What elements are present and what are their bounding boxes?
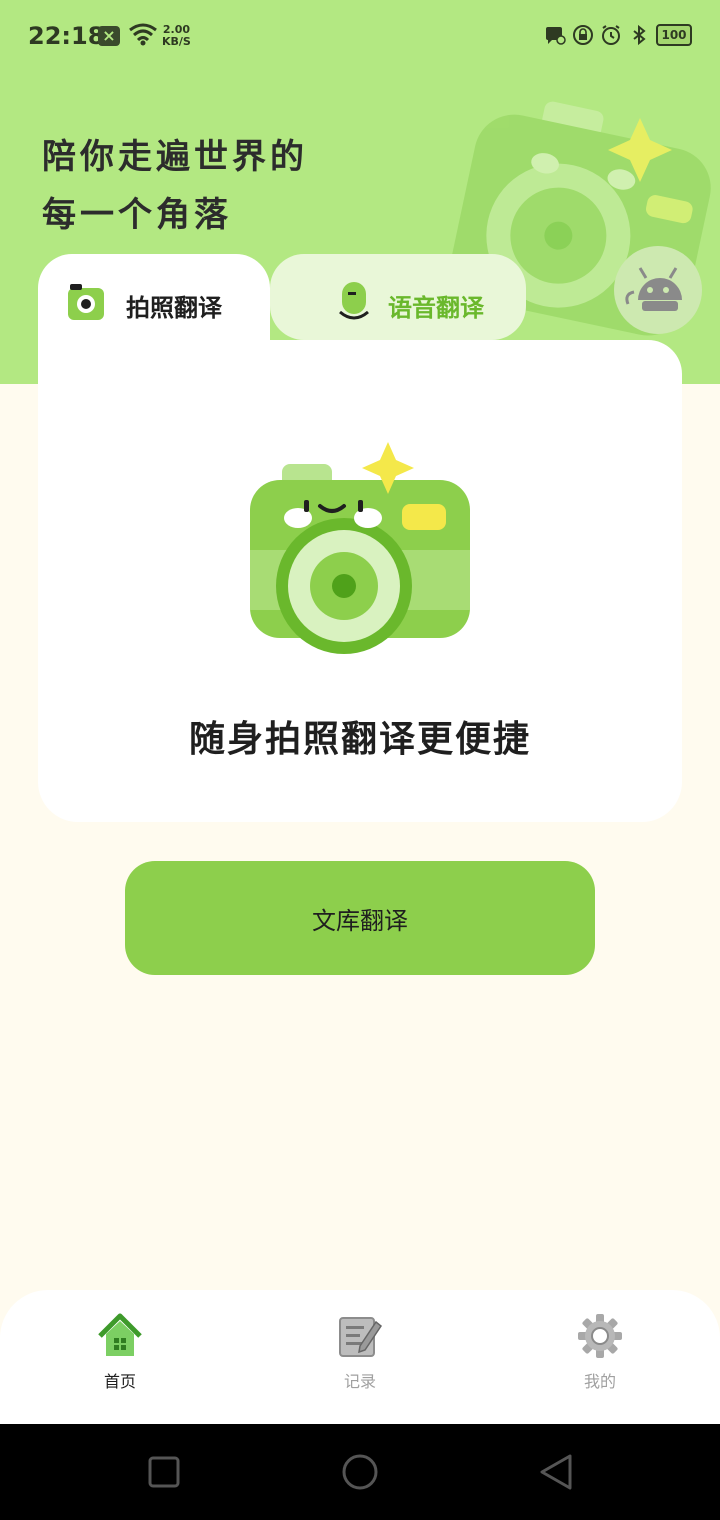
- translate-card: 语音翻译 拍照翻译 随身拍照翻译更便捷: [38, 254, 682, 822]
- slogan-line-1: 陪你走遍世界的: [42, 137, 308, 177]
- main-camera-icon[interactable]: [250, 440, 472, 656]
- lock-rotation-icon: [573, 25, 593, 45]
- bottom-nav: 首页 记录 我的: [0, 1290, 720, 1424]
- notification-x-icon: ×: [98, 26, 120, 46]
- card-caption: 随身拍照翻译更便捷: [188, 718, 531, 760]
- home-icon: [98, 1313, 142, 1356]
- nav-item-home[interactable]: 首页: [60, 1312, 180, 1392]
- recent-apps-icon[interactable]: [146, 1454, 182, 1490]
- bluetooth-icon: [633, 24, 646, 46]
- tab-voice-label: 语音翻译: [388, 294, 484, 322]
- camera-icon: [68, 284, 104, 320]
- nav-label-mine: 我的: [583, 1372, 616, 1391]
- nav-item-mine[interactable]: 我的: [540, 1312, 660, 1392]
- nav-label-records: 记录: [343, 1372, 376, 1391]
- doc-translate-button[interactable]: 文库翻译: [125, 861, 595, 975]
- home-circle-icon[interactable]: [340, 1454, 380, 1494]
- gear-icon: [578, 1314, 622, 1358]
- wifi-icon: [129, 23, 157, 46]
- net-speed-unit: KB/S: [162, 35, 191, 48]
- back-triangle-icon[interactable]: [536, 1454, 576, 1494]
- status-time: 22:18: [28, 22, 105, 50]
- tab-photo-label: 拍照翻译: [126, 294, 222, 322]
- net-speed: 2.00 KB/S: [162, 24, 191, 48]
- nav-item-records[interactable]: 记录: [300, 1312, 420, 1392]
- voice-face-icon: [339, 282, 369, 320]
- system-nav-bar: [0, 1424, 720, 1520]
- header-slogan: 陪你走遍世界的 每一个角落: [42, 128, 308, 244]
- message-icon: [546, 27, 566, 45]
- tab-photo-translate[interactable]: 拍照翻译: [38, 254, 270, 354]
- alarm-icon: [602, 25, 620, 45]
- tab-voice-translate[interactable]: 语音翻译: [270, 254, 526, 340]
- slogan-line-2: 每一个角落: [42, 195, 232, 235]
- battery-indicator: 100: [656, 24, 692, 46]
- notes-icon: [339, 1317, 383, 1357]
- status-bar: 22:18 × 2.00 KB/S 100: [0, 0, 720, 72]
- nav-label-home: 首页: [103, 1372, 136, 1391]
